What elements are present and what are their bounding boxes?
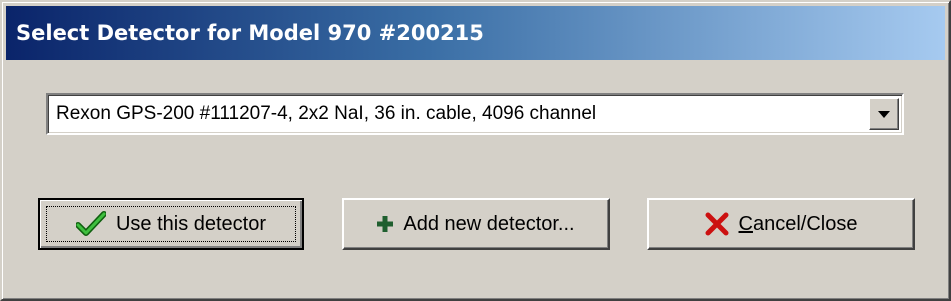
select-detector-dialog: Select Detector for Model 970 #200215 Re… [0, 0, 951, 301]
use-this-detector-button[interactable]: Use this detector [38, 198, 304, 250]
dropdown-arrow-button[interactable] [869, 98, 899, 130]
checkmark-icon [75, 211, 106, 237]
plus-icon [377, 216, 394, 232]
use-this-detector-label: Use this detector [115, 212, 267, 235]
title-bar[interactable]: Select Detector for Model 970 #200215 [6, 6, 945, 60]
detector-dropdown[interactable]: Rexon GPS-200 #111207-4, 2x2 NaI, 36 in.… [46, 93, 904, 135]
add-new-detector-button[interactable]: Add new detector... [342, 198, 610, 250]
cancel-label-rest: ancel/Close [752, 212, 858, 235]
cancel-mnemonic-letter: C [738, 212, 753, 235]
add-new-detector-label: Add new detector... [403, 212, 575, 235]
chevron-down-icon [878, 110, 890, 118]
detector-dropdown-value: Rexon GPS-200 #111207-4, 2x2 NaI, 36 in.… [56, 103, 597, 124]
cancel-close-label: Cancel/Close [739, 213, 858, 236]
cancel-close-button[interactable]: Cancel/Close [647, 198, 915, 250]
red-x-icon [705, 212, 729, 236]
window-title: Select Detector for Model 970 #200215 [16, 21, 484, 45]
